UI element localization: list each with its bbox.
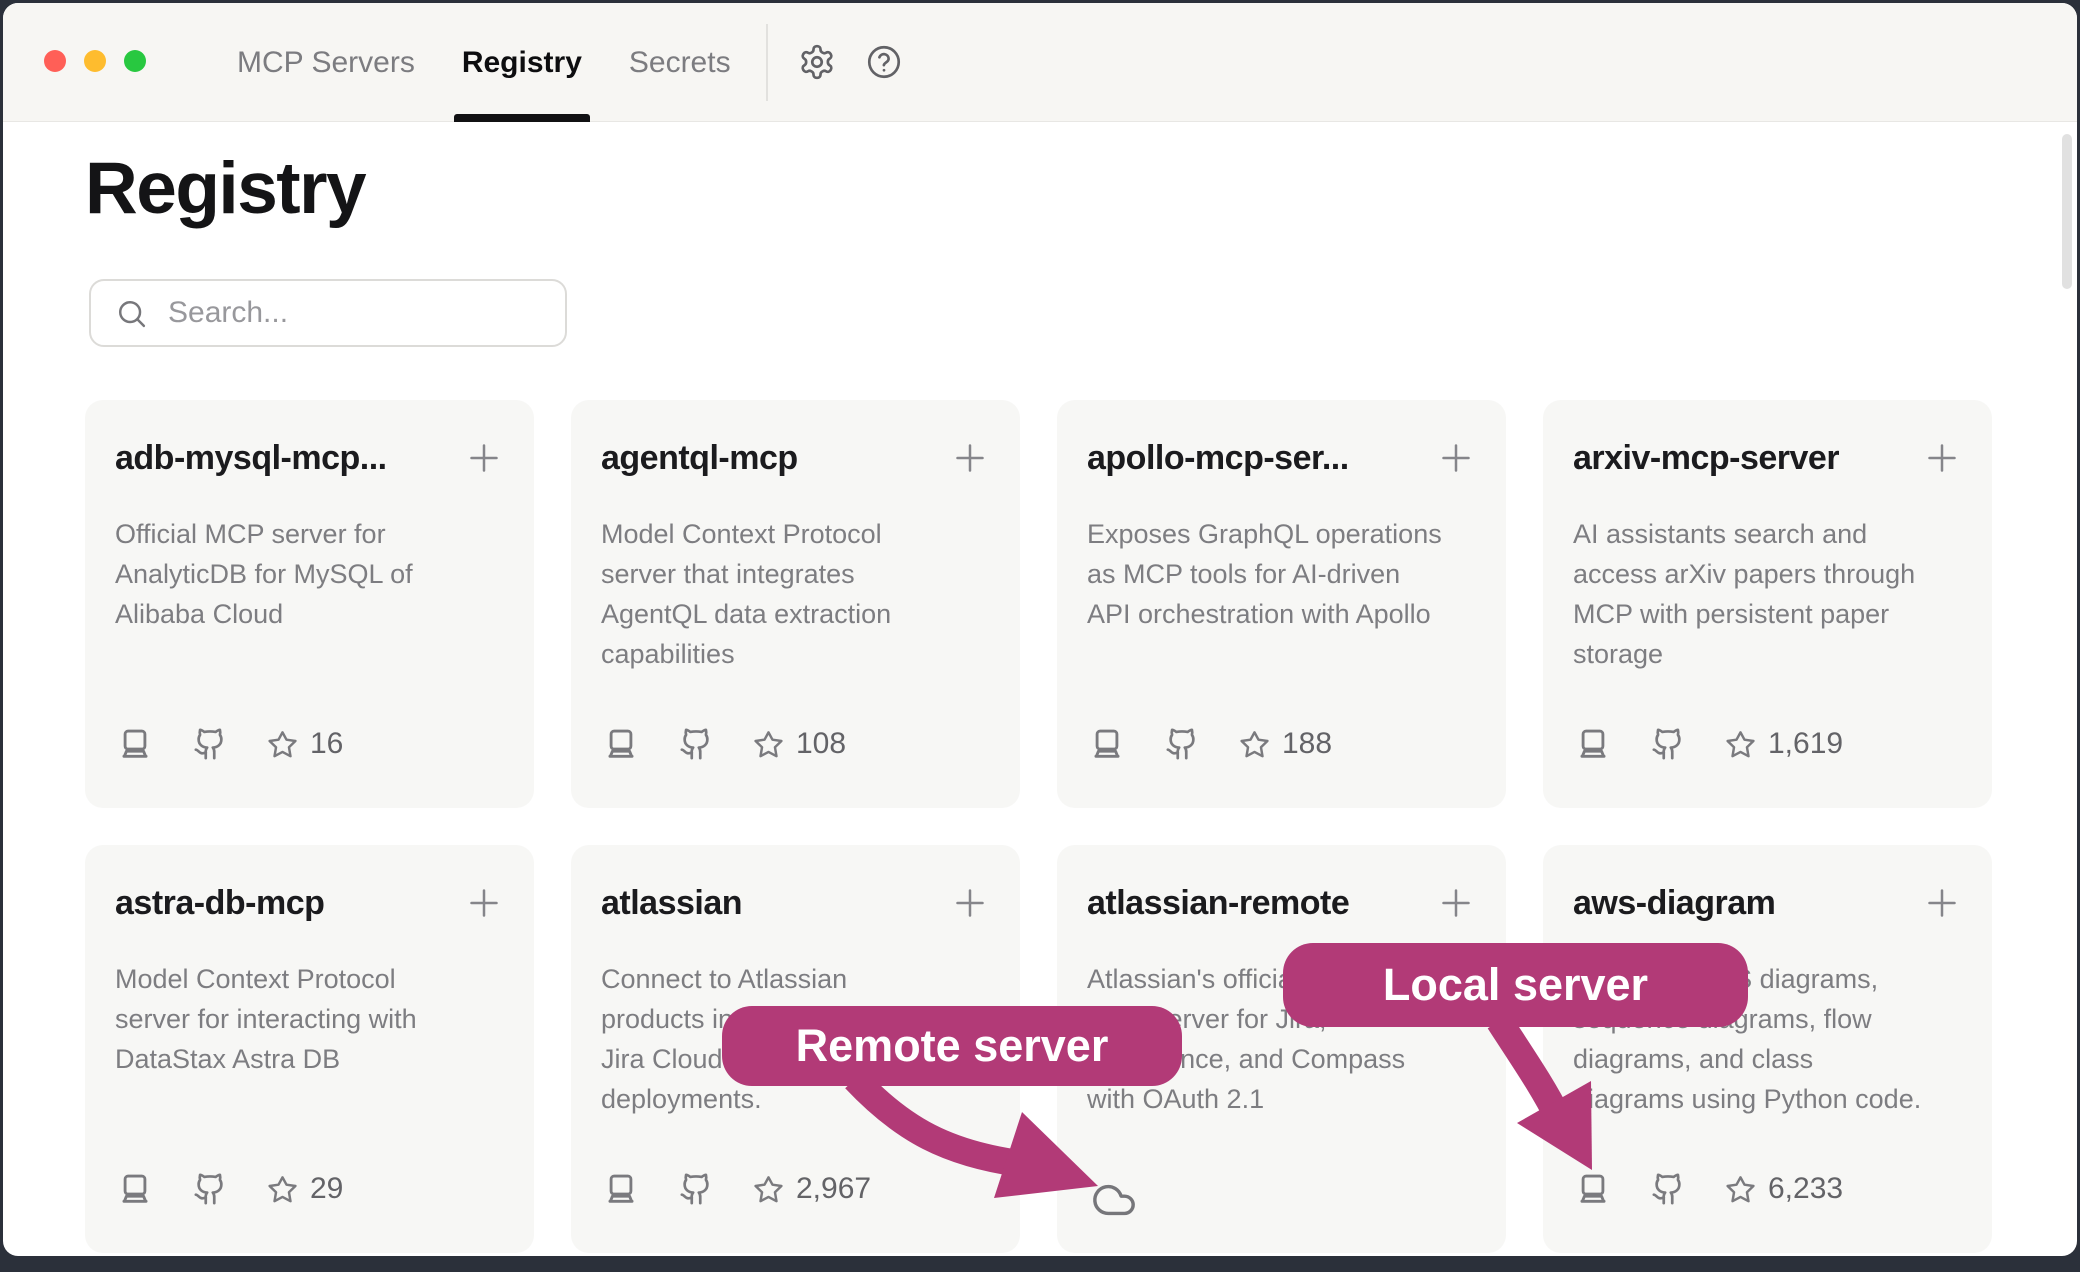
star-count: 188 (1282, 727, 1332, 761)
tab-registry[interactable]: Registry (462, 3, 582, 122)
star-icon (1239, 729, 1270, 760)
add-server-button[interactable] (1922, 438, 1962, 478)
server-name: apollo-mcp-ser... (1087, 439, 1349, 478)
github-icon[interactable] (1651, 727, 1685, 761)
star-count: 1,619 (1768, 727, 1843, 761)
add-server-button[interactable] (950, 883, 990, 923)
server-name: atlassian (601, 884, 742, 923)
server-description: Exposes GraphQL operationsas MCP tools f… (1087, 514, 1476, 634)
github-icon[interactable] (193, 727, 227, 761)
plus-icon (1922, 883, 1962, 923)
search-icon (115, 297, 148, 330)
server-name: astra-db-mcp (115, 884, 324, 923)
add-server-button[interactable] (464, 883, 504, 923)
help-icon (865, 43, 903, 81)
star-count: 6,233 (1768, 1172, 1843, 1206)
star-count: 16 (310, 727, 343, 761)
star-count: 29 (310, 1172, 343, 1206)
star-count: 2,967 (796, 1172, 871, 1206)
server-name: atlassian-remote (1087, 884, 1349, 923)
server-card-agentql-mcp[interactable]: agentql-mcp Model Context Protocolserver… (571, 400, 1020, 808)
star-icon (753, 1174, 784, 1205)
page-title: Registry (85, 149, 365, 229)
plus-icon (950, 438, 990, 478)
traffic-lights (44, 50, 146, 72)
server-description: Official MCP server forAnalyticDB for My… (115, 514, 504, 634)
server-stats: 1,619 (1575, 726, 1843, 762)
server-description: Connect to Atlassianproducts including J… (601, 959, 990, 1119)
titlebar: MCP Servers Registry Secrets (3, 3, 2077, 122)
main-nav: MCP Servers Registry Secrets (237, 3, 731, 122)
plus-icon (464, 883, 504, 923)
laptop-icon (1575, 726, 1611, 762)
server-name: arxiv-mcp-server (1573, 439, 1839, 478)
plus-icon (1436, 438, 1476, 478)
star-icon (267, 729, 298, 760)
plus-icon (950, 883, 990, 923)
server-description: Generate AWS diagrams,sequence diagrams,… (1573, 959, 1962, 1119)
add-server-button[interactable] (1922, 883, 1962, 923)
laptop-icon (603, 726, 639, 762)
registry-grid: adb-mysql-mcp... Official MCP server for… (85, 400, 1992, 1253)
github-icon[interactable] (679, 727, 713, 761)
scrollbar-thumb[interactable] (2062, 134, 2072, 289)
server-stats: 16 (117, 726, 343, 762)
add-server-button[interactable] (1436, 883, 1476, 923)
plus-icon (464, 438, 504, 478)
plus-icon (1922, 438, 1962, 478)
server-card-arxiv-mcp-server[interactable]: arxiv-mcp-server AI assistants search an… (1543, 400, 1992, 808)
server-description: Atlassian's officialMCP server for Jira,… (1087, 959, 1476, 1119)
laptop-icon (603, 1171, 639, 1207)
cloud-icon (1087, 1177, 1141, 1223)
search-input[interactable] (166, 295, 556, 331)
star-count: 108 (796, 727, 846, 761)
github-icon[interactable] (193, 1172, 227, 1206)
github-icon[interactable] (679, 1172, 713, 1206)
server-stats: 6,233 (1575, 1171, 1843, 1207)
server-stats: 188 (1089, 726, 1332, 762)
server-description: Model Context Protocolserver that integr… (601, 514, 990, 674)
tab-mcp-servers[interactable]: MCP Servers (237, 3, 415, 122)
add-server-button[interactable] (464, 438, 504, 478)
server-card-adb-mysql-mcp[interactable]: adb-mysql-mcp... Official MCP server for… (85, 400, 534, 808)
server-description: AI assistants search andaccess arXiv pap… (1573, 514, 1962, 674)
zoom-window-button[interactable] (124, 50, 146, 72)
toolbar-divider (766, 24, 768, 101)
settings-button[interactable] (798, 43, 836, 81)
add-server-button[interactable] (1436, 438, 1476, 478)
server-name: adb-mysql-mcp... (115, 439, 387, 478)
star-icon (267, 1174, 298, 1205)
server-stats: 108 (603, 726, 846, 762)
app-window: MCP Servers Registry Secrets Registry ad… (3, 3, 2077, 1256)
server-stats: 2,967 (603, 1171, 871, 1207)
server-name: agentql-mcp (601, 439, 798, 478)
help-button[interactable] (865, 43, 903, 81)
laptop-icon (117, 1171, 153, 1207)
star-icon (753, 729, 784, 760)
gear-icon (798, 43, 836, 81)
search-box[interactable] (89, 279, 567, 347)
tab-secrets[interactable]: Secrets (629, 3, 731, 122)
laptop-icon (1575, 1171, 1611, 1207)
server-name: aws-diagram (1573, 884, 1775, 923)
close-window-button[interactable] (44, 50, 66, 72)
server-card-atlassian-remote[interactable]: atlassian-remote Atlassian's officialMCP… (1057, 845, 1506, 1253)
server-card-aws-diagram[interactable]: aws-diagram Generate AWS diagrams,sequen… (1543, 845, 1992, 1253)
laptop-icon (1089, 726, 1125, 762)
server-card-astra-db-mcp[interactable]: astra-db-mcp Model Context Protocolserve… (85, 845, 534, 1253)
server-card-apollo-mcp-server[interactable]: apollo-mcp-ser... Exposes GraphQL operat… (1057, 400, 1506, 808)
add-server-button[interactable] (950, 438, 990, 478)
laptop-icon (117, 726, 153, 762)
minimize-window-button[interactable] (84, 50, 106, 72)
github-icon[interactable] (1651, 1172, 1685, 1206)
star-icon (1725, 729, 1756, 760)
github-icon[interactable] (1165, 727, 1199, 761)
plus-icon (1436, 883, 1476, 923)
server-description: Model Context Protocolserver for interac… (115, 959, 504, 1079)
server-stats (1087, 1177, 1141, 1223)
star-icon (1725, 1174, 1756, 1205)
server-card-atlassian[interactable]: atlassian Connect to Atlassianproducts i… (571, 845, 1020, 1253)
server-stats: 29 (117, 1171, 343, 1207)
